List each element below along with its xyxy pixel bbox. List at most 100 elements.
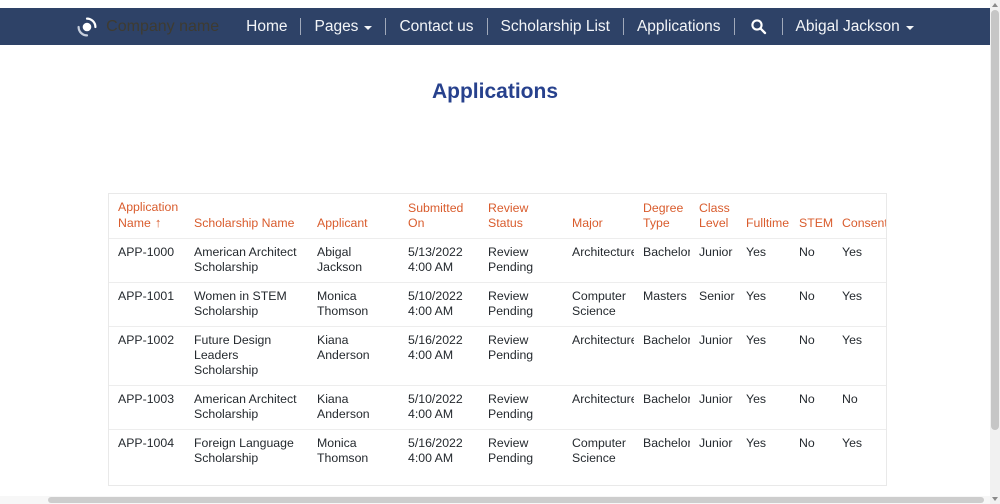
nav-item-scholarship-list[interactable]: Scholarship List	[501, 18, 610, 36]
table-cell: Architecture	[563, 239, 634, 283]
column-header[interactable]: Scholarship Name	[185, 194, 308, 239]
column-header-label: Review Status	[488, 201, 528, 230]
table-cell: APP-1004	[109, 430, 185, 474]
table-row[interactable]: APP-1004Foreign Language ScholarshipMoni…	[109, 430, 886, 474]
table-cell: 5/13/2022 4:00 AM	[399, 239, 479, 283]
user-menu[interactable]: Abigal Jackson	[796, 18, 914, 36]
table-cell: American Architect Scholarship	[185, 386, 308, 430]
page: Company name Home Pages Contact us Schol…	[0, 0, 1000, 504]
table-cell: American Architect Scholarship	[185, 239, 308, 283]
table-cell: Bachelor	[634, 239, 690, 283]
column-header[interactable]: Fulltime	[737, 194, 790, 239]
nav-item-home[interactable]: Home	[246, 18, 287, 36]
triangle-down-icon	[992, 497, 998, 501]
table-cell: Women in STEM Scholarship	[185, 283, 308, 327]
table-cell: Architecture	[563, 327, 634, 386]
nav-separator	[385, 18, 386, 35]
scroll-up-button[interactable]	[990, 0, 1000, 10]
column-header[interactable]: Degree Type	[634, 194, 690, 239]
table-cell: Yes	[737, 283, 790, 327]
nav-item-applications[interactable]: Applications	[637, 18, 721, 36]
table-cell: Yes	[833, 239, 886, 283]
table-cell: Yes	[737, 327, 790, 386]
column-header-label: Degree Type	[643, 201, 683, 230]
table-cell: No	[790, 386, 833, 430]
nav-item-pages-label: Pages	[314, 18, 358, 36]
nav-separator	[782, 18, 783, 35]
table-cell: Bachelor	[634, 386, 690, 430]
table-cell: 5/10/2022 4:00 AM	[399, 283, 479, 327]
table-cell: Bachelor	[634, 327, 690, 386]
table-cell: APP-1003	[109, 386, 185, 430]
column-header[interactable]: STEM	[790, 194, 833, 239]
nav-item-pages[interactable]: Pages	[314, 18, 372, 36]
applications-table-container: Application Name↑Scholarship NameApplica…	[108, 193, 887, 486]
table-cell: No	[790, 283, 833, 327]
table-cell: Foreign Language Scholarship	[185, 430, 308, 474]
table-row[interactable]: APP-1003American Architect ScholarshipKi…	[109, 386, 886, 430]
column-header-label: Major	[572, 216, 603, 230]
table-cell: Review Pending	[479, 430, 563, 474]
table-cell: Review Pending	[479, 239, 563, 283]
column-header[interactable]: Consent	[833, 194, 886, 239]
column-header[interactable]: Major	[563, 194, 634, 239]
table-cell: Yes	[737, 430, 790, 474]
table-cell: 5/16/2022 4:00 AM	[399, 430, 479, 474]
chevron-down-icon	[906, 26, 914, 30]
column-header[interactable]: Submitted On	[399, 194, 479, 239]
brand-logo[interactable]: Company name	[76, 16, 219, 38]
table-row[interactable]: APP-1002Future Design Leaders Scholarshi…	[109, 327, 886, 386]
table-cell: Abigal Jackson	[308, 239, 399, 283]
nav-item-contact-us[interactable]: Contact us	[399, 18, 473, 36]
scroll-down-button[interactable]	[990, 494, 1000, 504]
column-header-label: Consent	[842, 216, 886, 230]
table-cell: Junior	[690, 386, 737, 430]
column-header-label: Applicant	[317, 216, 368, 230]
table-cell: Yes	[737, 239, 790, 283]
table-cell: Review Pending	[479, 327, 563, 386]
column-header[interactable]: Review Status	[479, 194, 563, 239]
column-header-label: Application Name	[118, 200, 178, 230]
table-header-row: Application Name↑Scholarship NameApplica…	[109, 194, 886, 239]
top-navbar: Company name Home Pages Contact us Schol…	[0, 8, 990, 45]
nav-separator	[734, 18, 735, 35]
applications-table: Application Name↑Scholarship NameApplica…	[109, 194, 886, 473]
table-cell: Kiana Anderson	[308, 327, 399, 386]
column-header[interactable]: Applicant	[308, 194, 399, 239]
table-cell: No	[790, 327, 833, 386]
table-cell: Bachelor	[634, 430, 690, 474]
column-header[interactable]: Class Level	[690, 194, 737, 239]
nav-separator	[487, 18, 488, 35]
table-cell: Architecture	[563, 386, 634, 430]
table-cell: Masters	[634, 283, 690, 327]
column-header-label: Submitted On	[408, 201, 463, 230]
nav-separator	[623, 18, 624, 35]
table-cell: Junior	[690, 430, 737, 474]
column-header[interactable]: Application Name↑	[109, 194, 185, 239]
table-cell: APP-1002	[109, 327, 185, 386]
column-header-label: Class Level	[699, 201, 730, 230]
table-row[interactable]: APP-1000American Architect ScholarshipAb…	[109, 239, 886, 283]
table-cell: Yes	[833, 430, 886, 474]
horizontal-scrollbar-thumb[interactable]	[48, 497, 984, 503]
table-cell: Senior	[690, 283, 737, 327]
search-icon	[750, 18, 767, 35]
company-logo-icon	[76, 16, 98, 38]
user-menu-label: Abigal Jackson	[796, 18, 900, 36]
triangle-up-icon	[992, 3, 998, 7]
table-cell: APP-1000	[109, 239, 185, 283]
table-cell: No	[790, 239, 833, 283]
table-cell: Monica Thomson	[308, 283, 399, 327]
vertical-scrollbar-thumb[interactable]	[991, 10, 999, 430]
sort-ascending-icon: ↑	[155, 215, 162, 230]
vertical-scrollbar	[990, 0, 1000, 504]
search-button[interactable]	[748, 18, 769, 35]
chevron-down-icon	[364, 26, 372, 30]
table-cell: Review Pending	[479, 283, 563, 327]
table-cell: Kiana Anderson	[308, 386, 399, 430]
table-body: APP-1000American Architect ScholarshipAb…	[109, 239, 886, 474]
table-cell: Junior	[690, 239, 737, 283]
table-row[interactable]: APP-1001Women in STEM ScholarshipMonica …	[109, 283, 886, 327]
column-header-label: Fulltime	[746, 216, 789, 230]
horizontal-scrollbar	[0, 496, 990, 504]
